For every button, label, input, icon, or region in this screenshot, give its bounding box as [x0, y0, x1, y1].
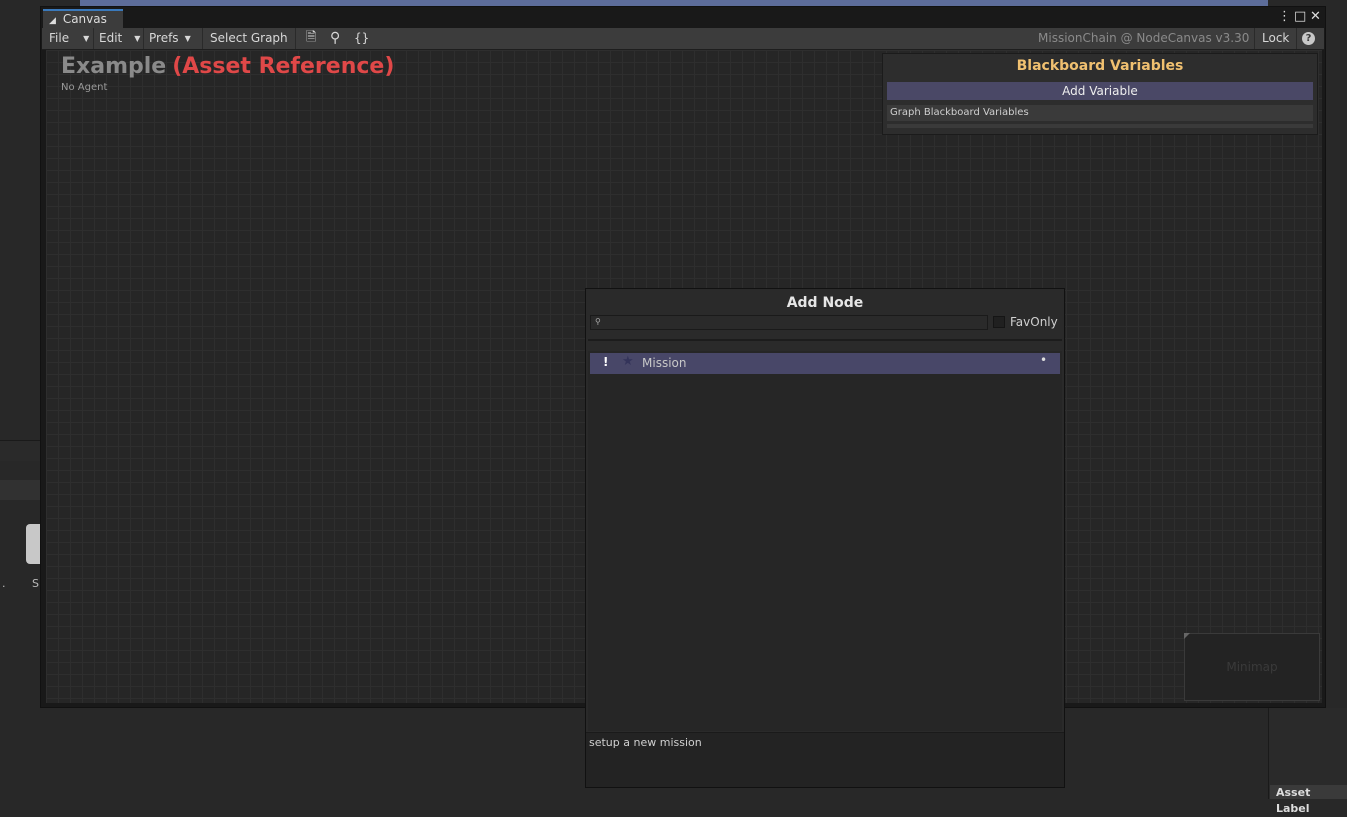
star-icon[interactable]: ★: [622, 354, 634, 369]
fav-only-label: FavOnly: [1010, 315, 1058, 329]
help-icon[interactable]: ?: [1302, 32, 1315, 45]
maximize-icon[interactable]: □: [1294, 9, 1306, 24]
tab-canvas[interactable]: ◢ Canvas: [43, 9, 123, 29]
search-icon: ⚲: [595, 317, 601, 326]
braces-icon[interactable]: {}: [354, 28, 369, 49]
node-list: ! ★ Mission •: [588, 351, 1062, 731]
chevron-down-icon: ▼: [184, 34, 191, 43]
node-description: setup a new mission: [586, 732, 1064, 787]
asset-reference-label: (Asset Reference): [172, 54, 395, 79]
left-panel-row[interactable]: [0, 480, 40, 500]
blackboard-title: Blackboard Variables: [1016, 58, 1184, 74]
file-menu[interactable]: File ▼: [49, 28, 89, 49]
prefs-menu[interactable]: Prefs ▼: [149, 28, 191, 49]
document-icon[interactable]: 🗎: [306, 28, 316, 49]
file-menu-label: File: [49, 31, 70, 45]
lock-button[interactable]: Lock: [1262, 28, 1289, 49]
bullet-icon: •: [1040, 353, 1048, 367]
graph-variables-header[interactable]: Graph Blackboard Variables: [887, 105, 1313, 121]
toolbar: File ▼ Edit ▼ Prefs ▼ Select Graph 🗎 ⚲ {} M…: [42, 28, 1324, 50]
prefs-menu-label: Prefs: [149, 31, 179, 45]
minimap[interactable]: Minimap: [1184, 633, 1320, 701]
variables-list: [887, 124, 1313, 128]
left-panel-label: S: [32, 577, 39, 590]
node-search-input[interactable]: ⚲: [590, 315, 988, 330]
add-node-popup: Add Node ⚲ FavOnly ! ★ Mission • setup a…: [585, 288, 1065, 788]
graph-title: Example (Asset Reference): [61, 54, 394, 79]
kebab-menu-icon[interactable]: ⋮: [1278, 9, 1291, 24]
tab-label: Canvas: [62, 12, 107, 26]
edit-menu[interactable]: Edit ▼: [99, 28, 140, 49]
agent-label: No Agent: [61, 82, 108, 93]
left-panel-thumbnail[interactable]: [26, 524, 40, 564]
select-graph-button[interactable]: Select Graph: [210, 28, 288, 49]
warning-icon: !: [603, 355, 609, 369]
add-node-title: Add Node: [786, 295, 864, 311]
list-item-label: Mission: [642, 356, 687, 370]
asset-label-header[interactable]: Asset Label: [1270, 785, 1347, 815]
blackboard-panel: Blackboard Variables Add Variable Graph …: [882, 53, 1318, 135]
edit-menu-label: Edit: [99, 31, 123, 45]
add-variable-button[interactable]: Add Variable: [887, 82, 1313, 100]
divider: [588, 339, 1062, 341]
version-label: MissionChain @ NodeCanvas v3.30: [1038, 31, 1250, 45]
fav-only-checkbox[interactable]: [993, 316, 1005, 328]
left-panel-header: [0, 441, 40, 461]
graph-name: Example: [61, 54, 167, 79]
chevron-down-icon: ▼: [134, 34, 141, 43]
close-icon[interactable]: ✕: [1310, 9, 1321, 24]
search-icon[interactable]: ⚲: [330, 28, 340, 49]
list-item[interactable]: ! ★ Mission •: [590, 353, 1060, 374]
minimap-resize-handle[interactable]: [1184, 633, 1190, 639]
chevron-down-icon: ▼: [83, 34, 90, 43]
left-panel-label-2: .: [2, 577, 6, 590]
tab-bar: ◢ Canvas ⋮ □ ✕: [41, 7, 1325, 29]
